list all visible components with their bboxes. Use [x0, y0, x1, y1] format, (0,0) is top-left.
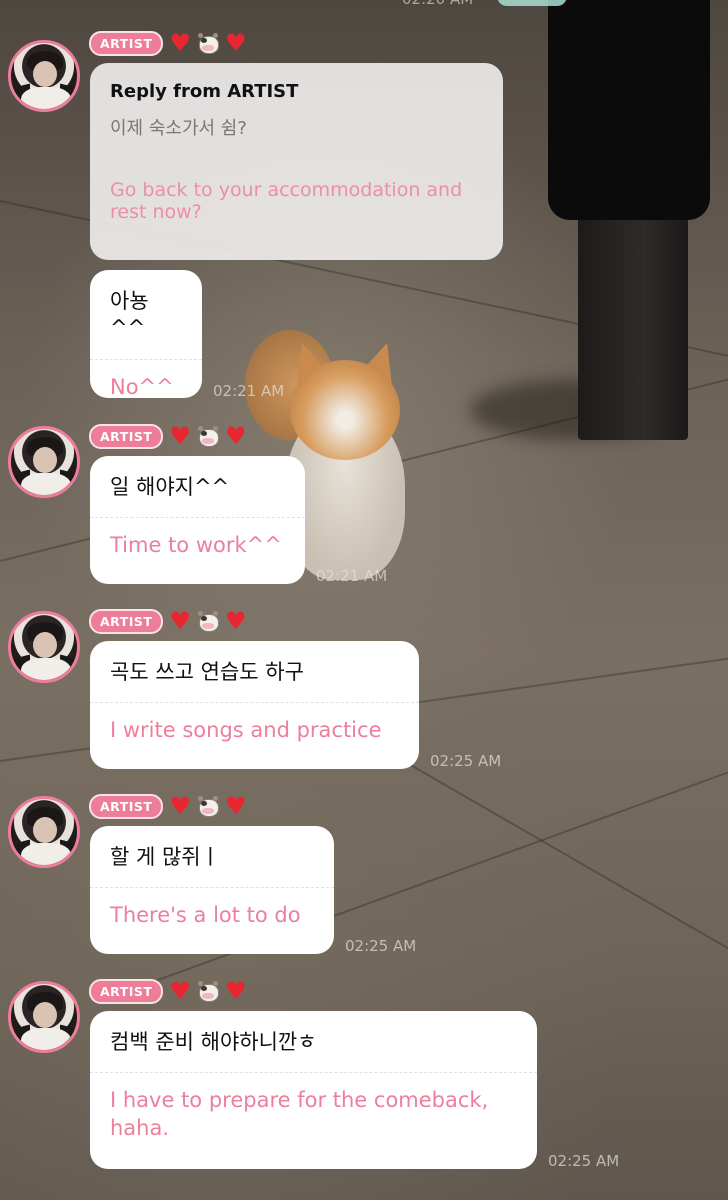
artist-badge: ARTIST: [89, 608, 164, 634]
artist-avatar[interactable]: [8, 796, 80, 868]
message-timestamp: 02:21 AM: [316, 567, 388, 585]
sender-row: ARTIST ♥ ♥: [89, 30, 246, 56]
message-timestamp: 02:21 AM: [213, 382, 285, 400]
redacted-block: [548, 0, 710, 220]
sender-row: ARTIST ♥ ♥: [89, 608, 246, 634]
red-heart-icon: ♥: [224, 607, 247, 635]
reply-bubble[interactable]: Reply from ARTIST 이제 숙소가서 쉼? Go back to …: [90, 63, 503, 260]
original-text: 할 게 많쥐ㅣ: [110, 845, 220, 869]
message-timestamp: 02:20 AM: [402, 0, 473, 8]
message-bubble[interactable]: 일 해야지^^ Time to work^^: [90, 456, 305, 584]
red-heart-icon: ♥: [224, 29, 247, 57]
red-heart-icon: ♥: [169, 422, 191, 450]
cow-face-icon: [197, 611, 219, 632]
cow-face-icon: [197, 33, 219, 54]
message-timestamp: 02:25 AM: [548, 1152, 620, 1170]
message-bubble[interactable]: 아뇽^^ No^^: [90, 270, 202, 399]
original-text: 이제 숙소가서 쉼?: [110, 118, 247, 139]
message-bubble[interactable]: 곡도 쓰고 연습도 하구 I write songs and practice: [90, 641, 419, 769]
translation-text: Go back to your accommodation and rest n…: [110, 179, 463, 223]
red-heart-icon: ♥: [169, 607, 191, 635]
red-heart-icon: ♥: [224, 792, 247, 820]
artist-avatar[interactable]: [8, 426, 80, 498]
reply-header: Reply from ARTIST: [110, 81, 299, 102]
translation-text: I write songs and practice: [110, 718, 382, 743]
message-timestamp: 02:25 AM: [430, 752, 502, 770]
sender-row: ARTIST ♥ ♥: [89, 978, 246, 1004]
artist-avatar[interactable]: [8, 40, 80, 112]
sender-row: ARTIST ♥ ♥: [89, 423, 246, 449]
translation-text: I have to prepare for the comeback, haha…: [110, 1088, 489, 1140]
message-timestamp: 02:25 AM: [345, 937, 417, 955]
cow-face-icon: [197, 796, 219, 817]
red-heart-icon: ♥: [224, 422, 247, 450]
red-heart-icon: ♥: [169, 977, 191, 1005]
red-heart-icon: ♥: [224, 977, 247, 1005]
original-text: 아뇽^^: [110, 289, 149, 341]
red-heart-icon: ♥: [169, 792, 191, 820]
artist-badge: ARTIST: [89, 423, 164, 449]
red-heart-icon: ♥: [169, 29, 191, 57]
translation-text: Time to work^^: [110, 533, 282, 558]
sender-row: ARTIST ♥ ♥: [89, 793, 246, 819]
translation-text: No^^: [110, 374, 174, 399]
artist-badge: ARTIST: [89, 793, 164, 819]
original-text: 곡도 쓰고 연습도 하구: [110, 660, 304, 684]
artist-avatar[interactable]: [8, 981, 80, 1053]
translation-text: There's a lot to do: [110, 903, 301, 928]
artist-avatar[interactable]: [8, 611, 80, 683]
previous-message-edge: [497, 0, 567, 6]
original-text: 일 해야지^^: [110, 475, 230, 499]
cow-face-icon: [197, 426, 219, 447]
message-bubble[interactable]: 컴백 준비 해야하니깐ㅎ I have to prepare for the c…: [90, 1011, 537, 1169]
cow-face-icon: [197, 981, 219, 1002]
message-bubble[interactable]: 할 게 많쥐ㅣ There's a lot to do: [90, 826, 334, 954]
original-text: 컴백 준비 해야하니깐ㅎ: [110, 1030, 317, 1054]
artist-badge: ARTIST: [89, 30, 164, 56]
artist-badge: ARTIST: [89, 978, 164, 1004]
